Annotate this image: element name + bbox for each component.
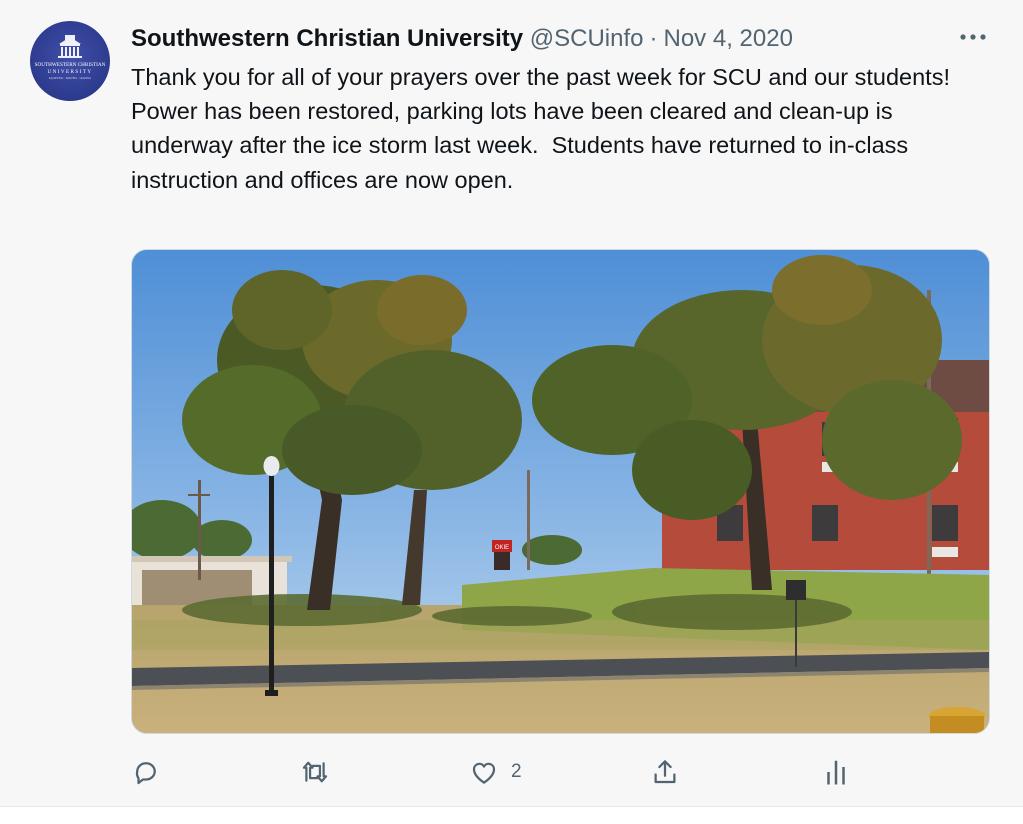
avatar-line2: UNIVERSITY xyxy=(48,70,93,75)
storm-cleanup-photo: OKIE xyxy=(132,250,989,733)
reply-button[interactable] xyxy=(131,752,161,792)
tweet-header: Southwestern Christian University @SCUin… xyxy=(131,24,793,54)
analytics-button[interactable] xyxy=(823,752,849,792)
university-logo: SOUTHWESTERN CHRISTIAN UNIVERSITY EQUIPP… xyxy=(35,35,106,80)
author-name[interactable]: Southwestern Christian University xyxy=(131,25,523,52)
tweet-date[interactable]: Nov 4, 2020 xyxy=(664,25,793,52)
like-count: 2 xyxy=(511,761,522,782)
separator-dot: · xyxy=(649,25,658,52)
tweet-line: Power has been restored, parking lots ha… xyxy=(131,98,915,193)
heart-icon xyxy=(469,757,499,787)
photo-sign-text: OKIE xyxy=(495,545,509,551)
like-button[interactable]: 2 xyxy=(469,752,522,792)
avatar-line3: EQUIPPING · SERVING · LEADING xyxy=(49,76,91,80)
share-icon xyxy=(650,757,680,787)
analytics-icon xyxy=(823,757,849,787)
timeline-divider xyxy=(0,806,1023,824)
share-button[interactable] xyxy=(650,752,680,792)
more-options-icon[interactable] xyxy=(955,22,991,52)
reply-icon xyxy=(131,757,161,787)
tweet[interactable]: SOUTHWESTERN CHRISTIAN UNIVERSITY EQUIPP… xyxy=(0,0,1023,806)
avatar[interactable]: SOUTHWESTERN CHRISTIAN UNIVERSITY EQUIPP… xyxy=(30,21,110,101)
tweet-line: Thank you for all of your prayers over t… xyxy=(131,64,950,90)
tweet-actions: 2 xyxy=(131,752,991,792)
tweet-text: Thank you for all of your prayers over t… xyxy=(131,60,1001,197)
retweet-icon xyxy=(299,757,331,787)
tweet-photo[interactable]: OKIE xyxy=(131,249,990,734)
author-handle[interactable]: @SCUinfo xyxy=(530,25,644,52)
retweet-button[interactable] xyxy=(299,752,331,792)
avatar-line1: SOUTHWESTERN CHRISTIAN xyxy=(35,62,106,68)
